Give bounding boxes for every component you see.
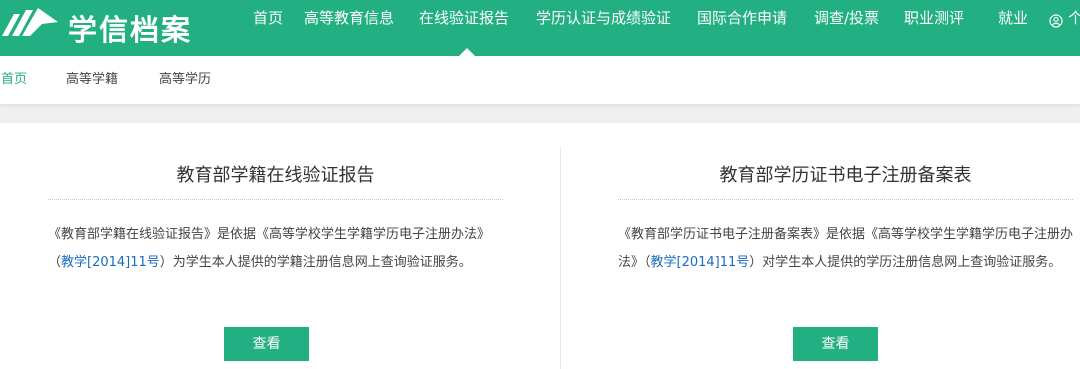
subnav-item-higher-degree[interactable]: 高等学历	[159, 56, 211, 104]
subnav-item-home[interactable]: 首页	[1, 56, 27, 104]
nav-item-international-cooperation[interactable]: 国际合作申请	[697, 0, 787, 56]
nav-item-survey-vote[interactable]: 调查/投票	[814, 0, 879, 56]
logo-icon	[0, 0, 60, 56]
card-description: 《教育部学历证书电子注册备案表》是依据《高等学校学生学籍学历电子注册办法》（教学…	[618, 221, 1073, 277]
sub-nav: 首页 高等学籍 高等学历	[0, 56, 1080, 104]
subnav-item-higher-enrollment[interactable]: 高等学籍	[66, 56, 118, 104]
card-description: 《教育部学籍在线验证报告》是依据《高等学校学生学籍学历电子注册办法》（教学[20…	[48, 221, 503, 277]
title-divider	[48, 199, 503, 200]
card-title: 教育部学籍在线验证报告	[176, 165, 375, 186]
regulation-link[interactable]: 教学[2014]11号	[61, 255, 160, 270]
column-divider	[560, 147, 561, 369]
top-header: 学信档案 首页 高等教育信息 在线验证报告 学历认证与成绩验证 国际合作申请 调…	[0, 0, 1080, 56]
nav-item-higher-education-info[interactable]: 高等教育信息	[304, 0, 394, 56]
nav-item-employment[interactable]: 就业	[998, 0, 1028, 56]
view-button[interactable]: 查看	[793, 327, 878, 361]
view-button[interactable]: 查看	[224, 327, 309, 361]
user-menu-label[interactable]: 个	[1068, 0, 1080, 36]
nav-item-home[interactable]: 首页	[253, 0, 283, 56]
brand-name: 学信档案	[68, 13, 193, 47]
regulation-link[interactable]: 教学[2014]11号	[651, 255, 750, 270]
nav-item-career-assessment[interactable]: 职业测评	[904, 0, 964, 56]
card-title: 教育部学历证书电子注册备案表	[719, 165, 972, 186]
active-nav-indicator	[459, 48, 475, 56]
description-text: ）对学生本人提供的学历注册信息网上查询验证服务。	[749, 255, 1062, 270]
brand-logo[interactable]: 学信档案	[0, 0, 192, 56]
nav-item-degree-certification[interactable]: 学历认证与成绩验证	[536, 0, 671, 56]
title-divider	[618, 199, 1073, 200]
user-circle-icon[interactable]	[1049, 13, 1063, 28]
description-text: ）为学生本人提供的学籍注册信息网上查询验证服务。	[159, 255, 472, 270]
main-content: 教育部学籍在线验证报告 《教育部学籍在线验证报告》是依据《高等学校学生学籍学历电…	[0, 123, 1080, 369]
